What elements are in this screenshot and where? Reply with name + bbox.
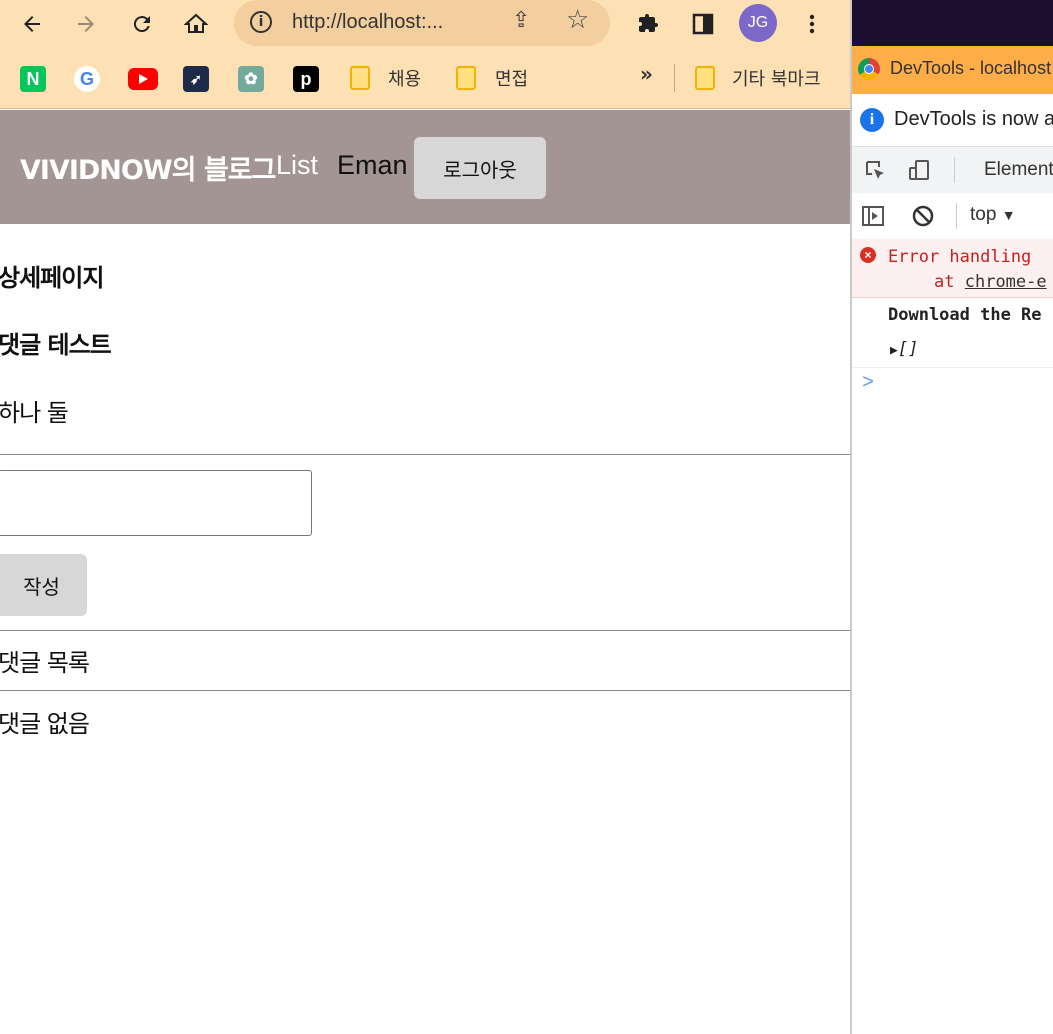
post-title: 댓글 테스트 [0,331,112,359]
address-bar[interactable]: i http://localhost:... ⇪ ☆ [234,0,610,46]
error-text: Error handling [888,247,1032,267]
p-bookmark-icon[interactable]: p [293,66,319,92]
share-icon[interactable]: ⇪ [512,8,530,33]
home-icon[interactable] [180,8,212,40]
chrome-icon [858,58,880,80]
menu-icon[interactable] [796,8,828,40]
bookmark-folder-recruit[interactable]: 채용 [388,65,421,91]
divider [0,630,850,631]
chatgpt-bookmark-icon[interactable]: ✿ [238,66,264,92]
comments-heading: 댓글 목록 [0,649,90,677]
divider [674,64,675,92]
forward-icon[interactable] [70,8,102,40]
site-navbar: VIVIDNOW의 블로그 List Eman 로그아웃 [0,110,850,224]
site-brand[interactable]: VIVIDNOW의 블로그 [20,148,276,187]
comment-input[interactable] [0,470,312,536]
browser-window: i http://localhost:... ⇪ ☆ JG N G ➶ ✿ p … [0,0,850,1034]
info-icon: i [860,108,884,132]
tab-elements[interactable]: Elements [984,159,1053,181]
error-stack-line: at chrome-e [934,272,1047,292]
folder-icon[interactable] [695,66,715,90]
error-at: at [934,272,955,292]
youtube-bookmark-icon[interactable] [128,68,158,90]
nav-list-link[interactable]: List [276,150,318,181]
device-toolbar-icon[interactable] [906,157,932,183]
reload-icon[interactable] [126,8,158,40]
detail-page-heading: 상세페이지 [0,264,104,292]
sidepanel-icon[interactable] [687,8,719,40]
profile-avatar[interactable]: JG [739,4,777,42]
divider [956,203,957,229]
console-toolbar: top ▼ [852,193,1053,240]
expand-arrow-icon[interactable]: ▶ [890,343,898,358]
error-icon: × [860,247,876,263]
context-label: top [970,204,997,225]
info-icon[interactable]: i [250,11,272,33]
clear-console-icon[interactable] [910,203,936,229]
context-selector[interactable]: top ▼ [970,204,1016,226]
browser-toolbar: i http://localhost:... ⇪ ☆ JG [0,0,850,48]
divider [0,690,850,691]
submit-comment-button[interactable]: 작성 [0,554,87,616]
bird-bookmark-icon[interactable]: ➶ [183,66,209,92]
log-text: Download the Re [888,305,1042,325]
log-array-value: [] [897,339,919,359]
sidebar-toggle-icon[interactable] [860,203,886,229]
extensions-icon[interactable] [632,8,664,40]
console-error-message: × Error handling at chrome-e [852,239,1053,298]
bookmarks-bar: N G ➶ ✿ p 채용 면접 » 기타 북마크 [0,48,850,109]
star-icon[interactable]: ☆ [566,5,589,35]
no-comments-text: 댓글 없음 [0,710,90,738]
devtools-info-banner: i DevTools is now a [852,94,1053,147]
naver-bookmark-icon[interactable]: N [20,66,46,92]
divider [954,157,955,183]
dropdown-icon: ▼ [1001,207,1016,223]
devtools-titlebar: DevTools - localhost [852,46,1053,94]
google-bookmark-icon[interactable]: G [74,66,100,92]
bookmark-folder-interview[interactable]: 면접 [495,65,528,91]
other-bookmarks[interactable]: 기타 북마크 [732,65,821,91]
log-array[interactable]: ▶[] [890,339,918,359]
url-text[interactable]: http://localhost:... [292,11,443,34]
console-prompt[interactable]: > [862,372,874,395]
devtools-window: DevTools - localhost i DevTools is now a… [850,0,1053,1034]
post-body: 하나 둘 [0,399,69,427]
desktop-background [852,0,1053,46]
folder-icon[interactable] [456,66,476,90]
devtools-title: DevTools - localhost [890,58,1052,78]
devtools-tabbar: Elements [852,147,1053,194]
logout-button[interactable]: 로그아웃 [414,137,546,199]
folder-icon[interactable] [350,66,370,90]
nav-username[interactable]: Eman [337,150,408,181]
inspect-element-icon[interactable] [862,157,888,183]
console-log-message: Download the Re ▶[] [852,297,1053,368]
more-bookmarks-button[interactable]: » [640,62,653,86]
info-banner-text: DevTools is now a [894,108,1053,130]
back-icon[interactable] [16,8,48,40]
error-source-link[interactable]: chrome-e [965,272,1047,292]
divider [0,454,850,455]
